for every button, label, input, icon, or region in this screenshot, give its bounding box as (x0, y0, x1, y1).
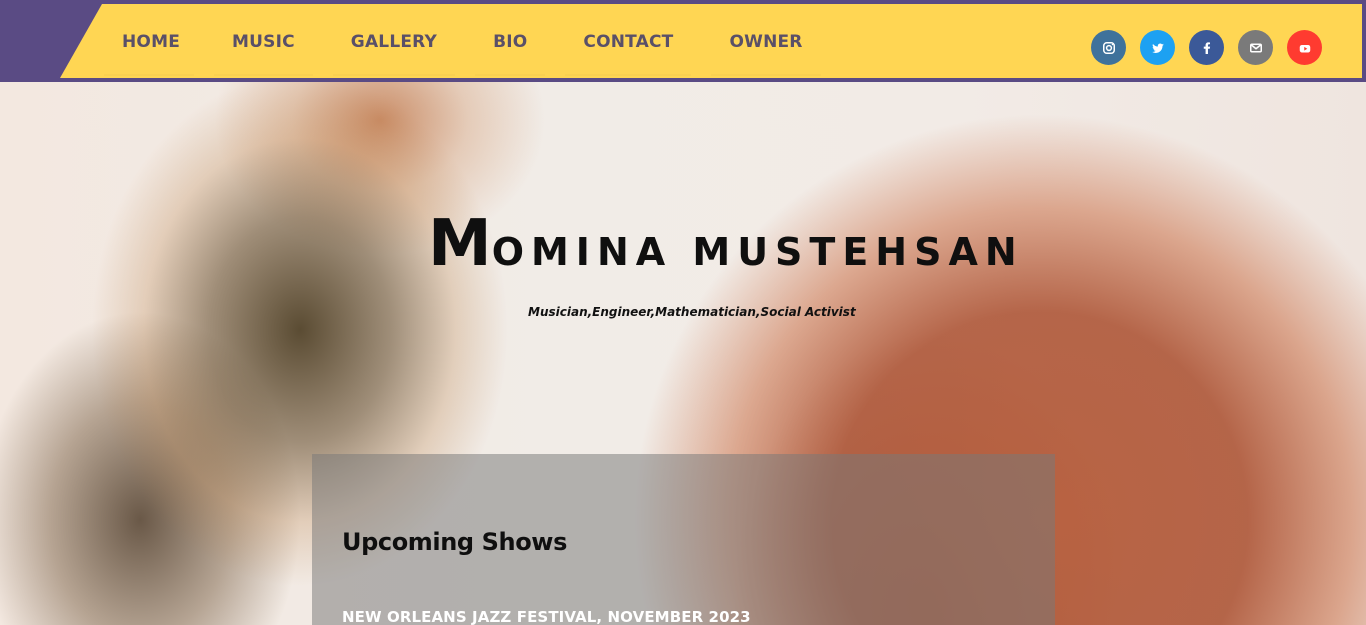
nav-item-label: MUSIC (232, 32, 295, 52)
nav-item-contact[interactable]: CONTACT (565, 20, 692, 74)
upcoming-shows-panel: Upcoming Shows NEW ORLEANS JAZZ FESTIVAL… (312, 454, 1055, 625)
social-links (1091, 30, 1322, 65)
twitter-icon (1151, 43, 1164, 53)
nav-menu: HOME MUSIC GALLERY BIO CONTACT OWNER (104, 20, 821, 74)
twitter-icon[interactable] (1140, 30, 1175, 65)
nav-item-label: CONTACT (583, 32, 674, 52)
nav-item-label: OWNER (729, 32, 803, 52)
facebook-icon (1203, 41, 1210, 54)
upcoming-shows-heading: Upcoming Shows (342, 528, 567, 556)
nav-item-bio[interactable]: BIO (475, 20, 546, 74)
facebook-icon[interactable] (1189, 30, 1224, 65)
nav-item-home[interactable]: HOME (104, 20, 195, 74)
title-initial: M (428, 207, 492, 281)
instagram-icon (1102, 41, 1115, 54)
page-title: M OMINA MUSTEHSAN (428, 207, 1017, 282)
youtube-icon (1299, 44, 1310, 52)
youtube-icon[interactable] (1287, 30, 1322, 65)
nav-item-owner[interactable]: OWNER (711, 20, 821, 74)
nav-item-music[interactable]: MUSIC (214, 20, 313, 74)
title-rest: OMINA MUSTEHSAN (491, 230, 1024, 274)
nav-item-label: GALLERY (350, 32, 438, 52)
mail-icon[interactable] (1238, 30, 1273, 65)
mail-icon (1249, 43, 1262, 52)
nav-item-label: HOME (122, 32, 181, 52)
nav-item-label: BIO (493, 32, 528, 52)
nav-item-gallery[interactable]: GALLERY (332, 20, 456, 74)
show-item: NEW ORLEANS JAZZ FESTIVAL, NOVEMBER 2023 (342, 608, 751, 625)
top-nav: HOME MUSIC GALLERY BIO CONTACT OWNER (0, 0, 1366, 82)
instagram-icon[interactable] (1091, 30, 1126, 65)
tagline: Musician,Engineer,Mathematician,Social A… (528, 305, 856, 319)
